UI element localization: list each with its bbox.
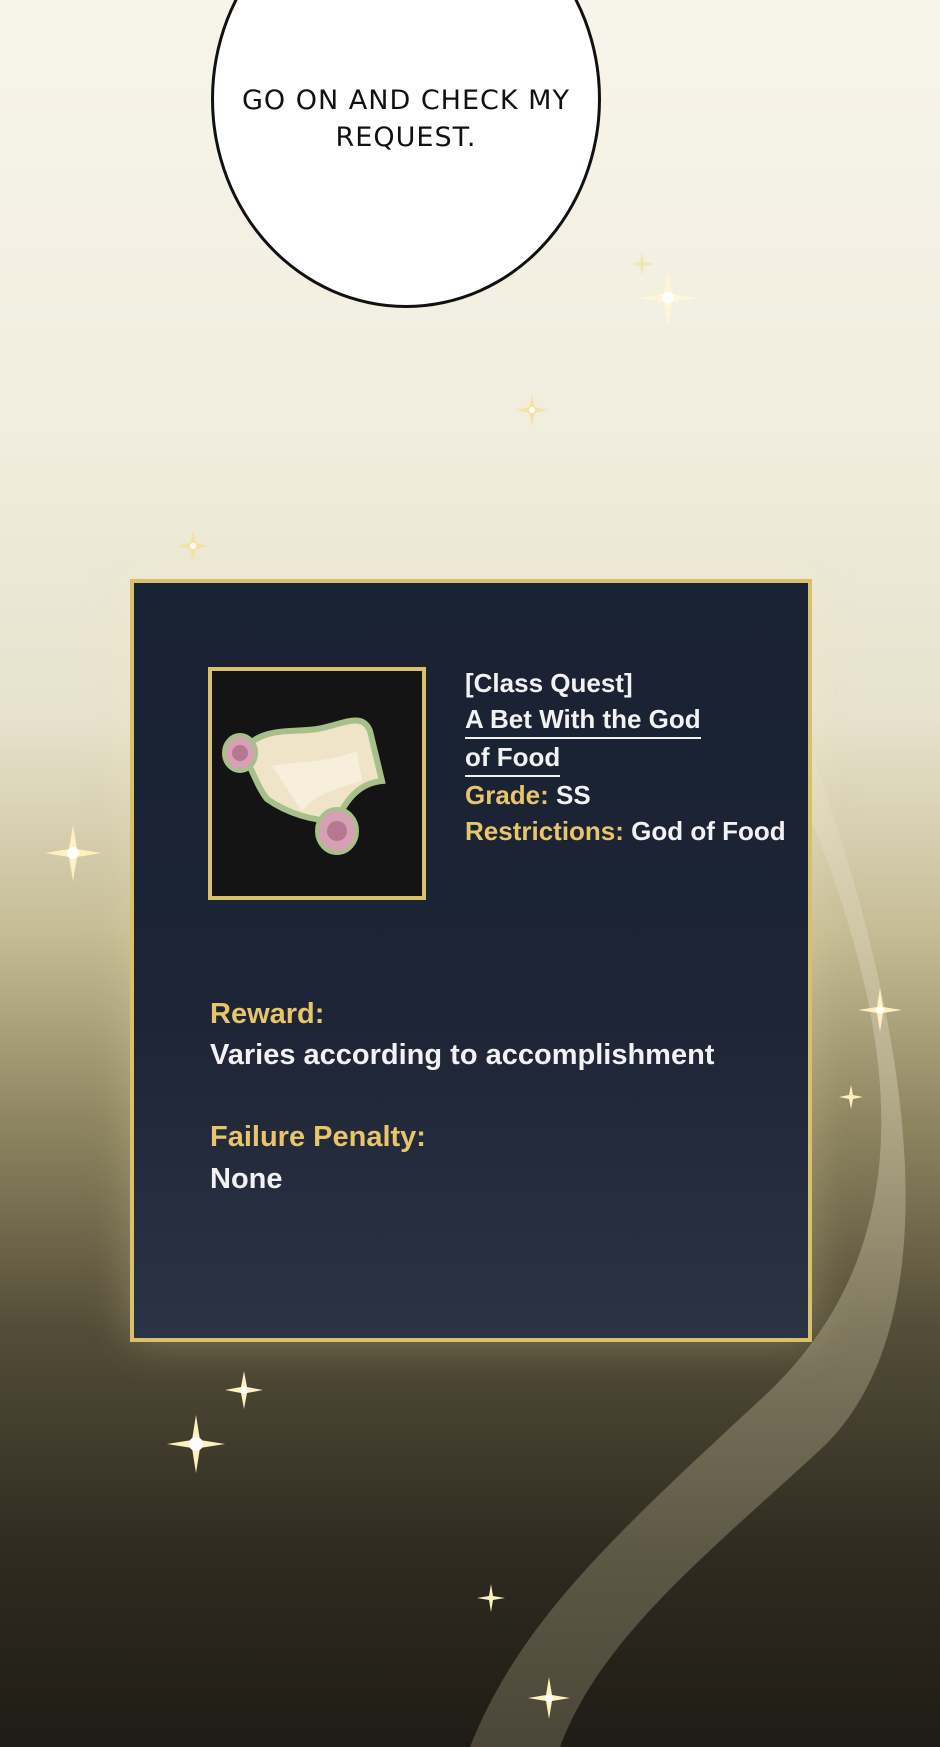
grade-label: Grade: — [465, 780, 549, 810]
penalty-value: None — [210, 1163, 283, 1195]
sparkle-icon — [516, 394, 548, 426]
sparkle-icon — [858, 988, 902, 1032]
sparkle-icon — [528, 1677, 570, 1719]
quest-info: [Class Quest] A Bet With the God of Food… — [465, 665, 786, 849]
sparkle-icon — [177, 530, 209, 562]
quest-title-line2: of Food — [465, 741, 561, 777]
quest-title-line1: A Bet With the God — [465, 703, 701, 739]
grade-row: Grade: SS — [465, 777, 786, 813]
scroll-icon — [222, 717, 386, 855]
sparkle-icon — [225, 1371, 263, 1409]
sparkle-icon — [477, 1584, 505, 1612]
sparkle-icon — [45, 825, 101, 881]
restrictions-label: Restrictions: — [465, 816, 624, 846]
speech-bubble-text: Go on and check my request. — [242, 85, 570, 153]
grade-value: SS — [556, 780, 591, 810]
sparkle-icon — [630, 252, 654, 276]
sparkle-icon — [167, 1415, 225, 1473]
penalty-label: Failure Penalty: — [210, 1121, 426, 1153]
restrictions-row: Restrictions: God of Food — [465, 813, 786, 849]
quest-category: [Class Quest] — [465, 668, 633, 698]
sparkle-icon — [839, 1085, 863, 1109]
quest-icon-frame — [208, 667, 426, 900]
reward-value: Varies according to accomplishment — [210, 1039, 715, 1071]
restrictions-value: God of Food — [631, 816, 786, 846]
reward-label: Reward: — [210, 998, 325, 1030]
